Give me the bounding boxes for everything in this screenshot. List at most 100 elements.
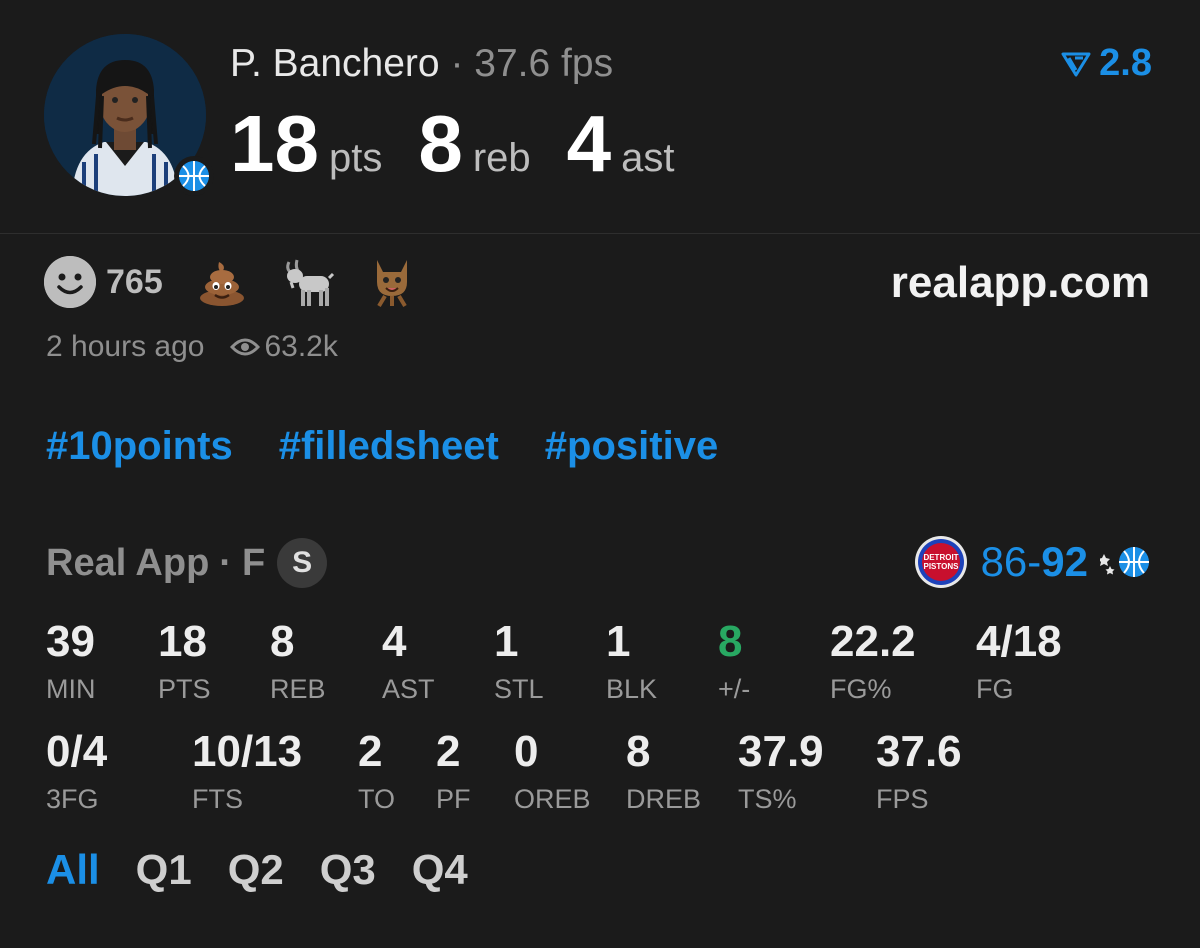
magic-team-icon [174,156,214,196]
stat-value: 1 [494,617,519,666]
reaction-count[interactable]: 765 [106,263,163,302]
post-meta: 2 hours ago 63.2k [46,330,338,364]
smile-reaction-icon[interactable] [44,256,96,308]
stat-value: 10/13 [192,727,303,776]
stat-value: 39 [46,617,95,666]
reb-value: 8 [418,99,463,188]
game-source: Real App · F S [46,538,328,588]
away-score: 86 [980,538,1028,585]
stat-value: 2 [436,727,461,776]
stat-label: TO [358,784,396,814]
tab-q4[interactable]: Q4 [412,846,468,894]
game-score[interactable]: DETROIT PISTONS 86-92 [913,534,1152,590]
stat-value: 37.6 [876,727,962,776]
player-header: P. Banchero · 37.6 fps 2.8 18 pts 8 reb … [0,0,1200,234]
tab-q2[interactable]: Q2 [228,846,284,894]
stat-ast: 4 AST [382,620,435,705]
views: 63.2k [230,330,338,364]
stat-value: 18 [158,617,207,666]
tab-q3[interactable]: Q3 [320,846,376,894]
pts-value: 18 [230,99,319,188]
separator: · [450,42,464,85]
ast-label: ast [621,136,675,180]
stat-dreb: 8 DREB [626,730,701,815]
stat-fps: 37.6 FPS [876,730,962,815]
stat-label: FPS [876,784,929,814]
starter-badge: S [277,538,328,588]
stat-value: 8 [718,617,743,666]
score-text: 86-92 [981,538,1088,586]
player-name[interactable]: P. Banchero [230,42,440,85]
reactions-row: 765 [44,256,449,308]
stat-pts: 18 PTS [158,620,211,705]
svg-text:DETROIT: DETROIT [923,553,958,562]
tab-all[interactable]: All [46,846,100,894]
stat-value: 0/4 [46,727,108,776]
source-dot: · [219,541,232,584]
stat-plus-minus: 8 +/- [718,620,750,705]
stat-value: 0 [514,727,539,776]
home-score: 92 [1041,538,1088,585]
stat-label: AST [382,674,435,704]
period-tabs: All Q1 Q2 Q3 Q4 [46,846,468,894]
stat-stl: 1 STL [494,620,544,705]
stat-label: +/- [718,674,751,704]
stat-ts-pct: 37.9 TS% [738,730,824,815]
stat-label: STL [494,674,544,704]
stat-value: 4/18 [976,617,1062,666]
stat-value: 4 [382,617,407,666]
stat-label: 3FG [46,784,99,814]
source-name: Real App [46,541,210,584]
poop-reaction-icon[interactable] [197,258,247,306]
view-count: 63.2k [264,330,338,363]
stat-min: 39 MIN [46,620,96,705]
stat-value: 2 [358,727,383,776]
player-name-line: P. Banchero · 37.6 fps [230,42,613,86]
tab-q1[interactable]: Q1 [136,846,192,894]
pistons-logo-icon: DETROIT PISTONS [914,536,967,588]
projection-indicator[interactable]: 2.8 [1061,42,1152,85]
svg-text:PISTONS: PISTONS [923,562,959,571]
hashtag-10points[interactable]: #10points [46,424,233,469]
player-position: F [241,541,266,584]
stat-label: FTS [192,784,243,814]
stat-pf: 2 PF [436,730,471,815]
stat-label: REB [270,674,326,704]
stat-blk: 1 BLK [606,620,657,705]
stat-value: 37.9 [738,727,824,776]
stat-fg: 4/18 FG [976,620,1062,705]
stat-label: PTS [158,674,211,704]
ast-value: 4 [566,99,612,188]
stat-3fg: 0/4 3FG [46,730,107,815]
real-logo-icon [1061,52,1091,76]
stat-label: FG% [830,674,892,704]
player-fps: 37.6 fps [474,42,614,85]
stat-to: 2 TO [358,730,395,815]
reb-label: reb [472,136,531,180]
stat-label: DREB [626,784,702,814]
stat-value: 1 [606,617,631,666]
pts-label: pts [328,136,383,180]
site-link[interactable]: realapp.com [891,258,1150,308]
stat-label: MIN [46,674,96,704]
stat-label: OREB [514,784,591,814]
goat-reaction-icon[interactable] [281,256,335,308]
stat-fg-pct: 22.2 FG% [830,620,916,705]
headline-stats: 18 pts 8 reb 4 ast [230,98,711,190]
stat-label: FG [976,674,1014,704]
hashtag-positive[interactable]: #positive [545,424,718,469]
projection-value: 2.8 [1099,42,1152,84]
score-dash: - [1027,538,1042,585]
post-time: 2 hours ago [46,330,205,363]
stat-reb: 8 REB [270,620,326,705]
magic-logo-icon [1100,547,1149,577]
stat-label: PF [436,784,471,814]
eye-icon [230,338,261,356]
stat-label: BLK [606,674,658,704]
hashtag-filledsheet[interactable]: #filledsheet [279,424,499,469]
cat-reaction-icon[interactable] [369,256,415,308]
hashtag-list: #10points #filledsheet #positive [46,424,718,469]
stat-label: TS% [738,784,797,814]
stat-value: 8 [270,617,295,666]
stat-value: 22.2 [830,617,916,666]
